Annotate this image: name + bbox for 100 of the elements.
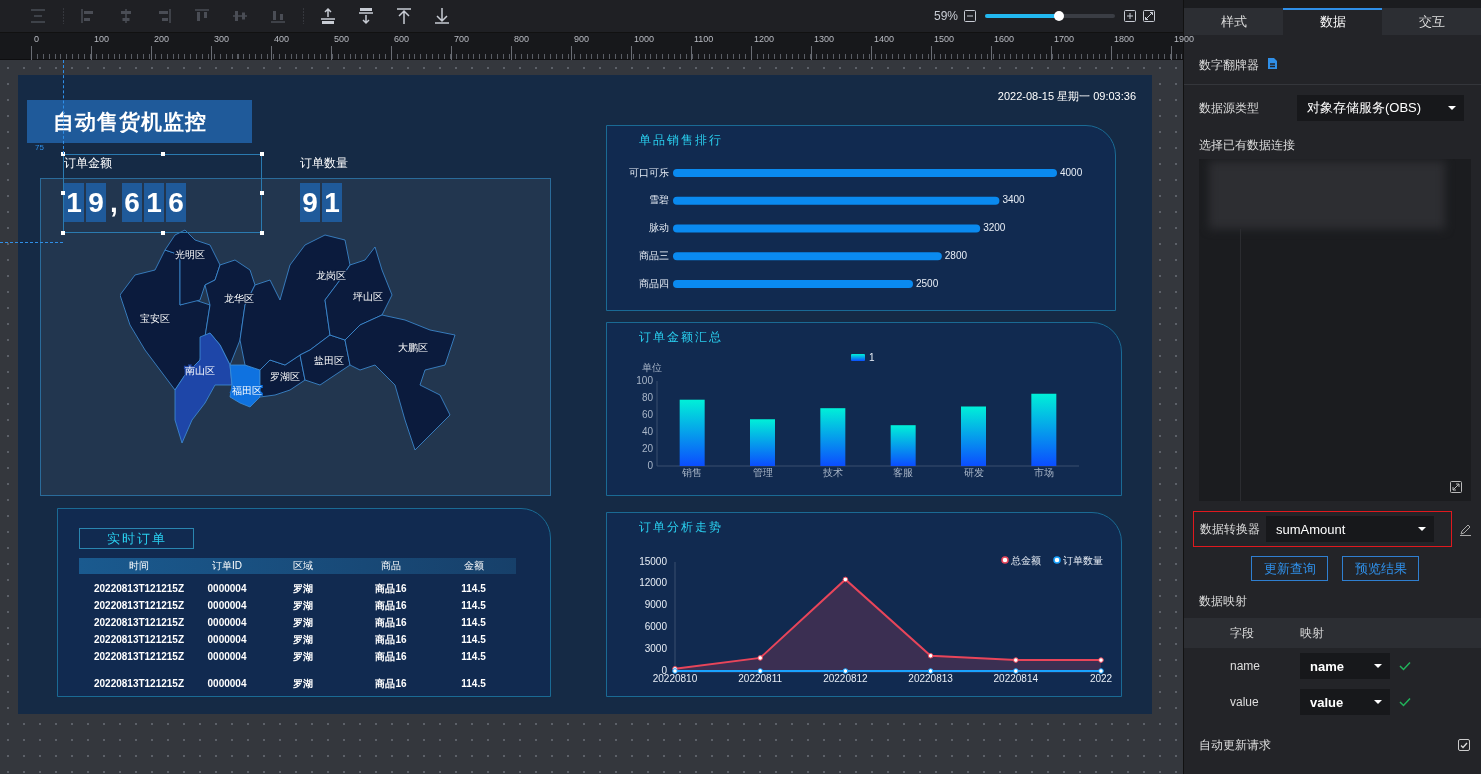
- panel-title: 订单金额汇总: [638, 329, 724, 346]
- ruler-label: 0: [34, 34, 39, 44]
- field-label: 数据转换器: [1200, 520, 1261, 538]
- district-label: 龙岗区: [316, 270, 346, 281]
- axis-title: 单位: [642, 362, 662, 373]
- table-cell-text: 罗湖: [292, 615, 314, 630]
- table-cell-text: 20220813T121215Z: [92, 651, 186, 662]
- ruler-label: 700: [454, 34, 470, 44]
- field-label: 选择已有数据连接: [1198, 137, 1296, 154]
- district-label: 坪山区: [353, 291, 383, 302]
- flip-digit: 6: [122, 183, 142, 222]
- field-label: 自动更新请求: [1199, 736, 1271, 754]
- table-cell-text: 商品16: [374, 649, 408, 664]
- metric-label: 订单金额: [64, 155, 113, 172]
- ruler-label: 1200: [754, 34, 775, 44]
- table-cell-text: 商品16: [374, 581, 408, 596]
- column-header: 字段: [1230, 624, 1255, 642]
- field-name: name: [1230, 659, 1262, 673]
- table-cell-text: 0000004: [206, 583, 248, 594]
- table-cell-text: 商品16: [374, 676, 408, 691]
- ruler-label: 1500: [934, 34, 955, 44]
- ruler-label: 1900: [1174, 34, 1195, 44]
- category-label: 技术: [822, 467, 843, 478]
- tick-label: 20: [641, 442, 653, 454]
- guide-value: 75: [35, 143, 44, 152]
- category-label: 脉动: [649, 222, 669, 233]
- zoom-percent: 59%: [933, 9, 958, 23]
- axis-label: 2022: [1089, 673, 1113, 684]
- category-label: 研发: [963, 467, 984, 478]
- table-cell-text: 20220813T121215Z: [92, 600, 186, 611]
- district-label: 盐田区: [314, 355, 344, 366]
- district-label: 大鹏区: [398, 342, 428, 353]
- axis-label: 20220812: [823, 673, 868, 684]
- category-label: 商品四: [639, 277, 669, 289]
- field-label: 数据源类型: [1199, 99, 1260, 117]
- flip-digit: 1: [64, 183, 84, 222]
- flip-digit: 1: [144, 183, 164, 222]
- ruler-label: 1300: [814, 34, 835, 44]
- table-title: 实时订单: [79, 528, 194, 549]
- table-cell-text: 114.5: [460, 678, 487, 689]
- table-cell-text: 商品16: [374, 632, 408, 647]
- category-label: 销售: [682, 467, 703, 478]
- table-cell-text: 罗湖: [292, 598, 314, 613]
- district-label: 南山区: [185, 365, 215, 376]
- value-label: 4000: [1060, 166, 1083, 178]
- table-cell-text: 罗湖: [292, 581, 314, 596]
- table-cell-text: 罗湖: [292, 676, 314, 691]
- table-cell-text: 罗湖: [292, 632, 314, 647]
- table-cell-text: 114.5: [460, 651, 487, 662]
- dashboard-title: 自动售货机监控: [27, 100, 252, 143]
- legend-label: 1: [869, 353, 875, 363]
- component-name: 数字翻牌器: [1199, 57, 1259, 74]
- column-header: 订单ID: [211, 559, 243, 573]
- value-label: 2500: [916, 277, 939, 289]
- table-cell-text: 商品16: [374, 598, 408, 613]
- value-label: 3400: [1002, 194, 1025, 206]
- category-label: 商品三: [639, 249, 669, 261]
- flip-digit: 9: [300, 183, 320, 222]
- table-cell-text: 罗湖: [292, 649, 314, 664]
- value-label: 2800: [944, 249, 968, 261]
- table-cell-text: 0000004: [206, 600, 248, 611]
- tick-label: 3000: [644, 642, 667, 654]
- flip-digit: 1: [322, 183, 342, 222]
- section-title: 数据映射: [1198, 593, 1248, 610]
- table-cell-text: 0000004: [206, 634, 248, 645]
- column-header: 商品: [380, 559, 402, 573]
- category-label: 客服: [893, 467, 914, 478]
- ruler-label: 1700: [1054, 34, 1075, 44]
- date-time: 2022-08-15 星期一 09:03:36: [997, 89, 1136, 104]
- table-cell-text: 商品16: [374, 615, 408, 630]
- axis-label: 20220814: [993, 673, 1039, 684]
- district-label: 龙华区: [224, 293, 254, 304]
- table-cell-text: 20220813T121215Z: [92, 634, 186, 645]
- district-label: 罗湖区: [270, 371, 300, 382]
- table-cell-text: 0000004: [206, 651, 248, 662]
- tick-label: 15000: [639, 555, 667, 567]
- tick-label: 9000: [644, 599, 667, 611]
- tick-label: 6000: [644, 620, 667, 632]
- category-label: 雪碧: [649, 194, 669, 206]
- ruler-label: 1100: [694, 34, 714, 44]
- field-name: value: [1230, 695, 1260, 709]
- category-label: 市场: [1033, 467, 1054, 478]
- tick-label: 12000: [639, 577, 667, 589]
- ruler-label: 1800: [1114, 34, 1135, 44]
- ruler-label: 100: [94, 34, 110, 44]
- tick-label: 0: [647, 459, 653, 471]
- table-cell-text: 20220813T121215Z: [92, 583, 186, 594]
- panel-title: 单品销售排行: [638, 132, 724, 149]
- ruler-label: 400: [274, 34, 290, 44]
- table-cell-text: 114.5: [460, 617, 487, 628]
- table-cell-text: 20220813T121215Z: [92, 678, 186, 689]
- legend-label: 订单数量: [1063, 554, 1103, 566]
- table-cell-text: 20220813T121215Z: [92, 617, 186, 628]
- ruler-label: 1000: [634, 34, 655, 44]
- panel-title: 订单分析走势: [638, 519, 724, 536]
- column-header: 映射: [1300, 624, 1325, 642]
- value-label: 3200: [983, 222, 1006, 233]
- ruler-label: 900: [574, 34, 590, 44]
- flip-digit: 9: [86, 183, 106, 222]
- flip-digit: 6: [166, 183, 186, 222]
